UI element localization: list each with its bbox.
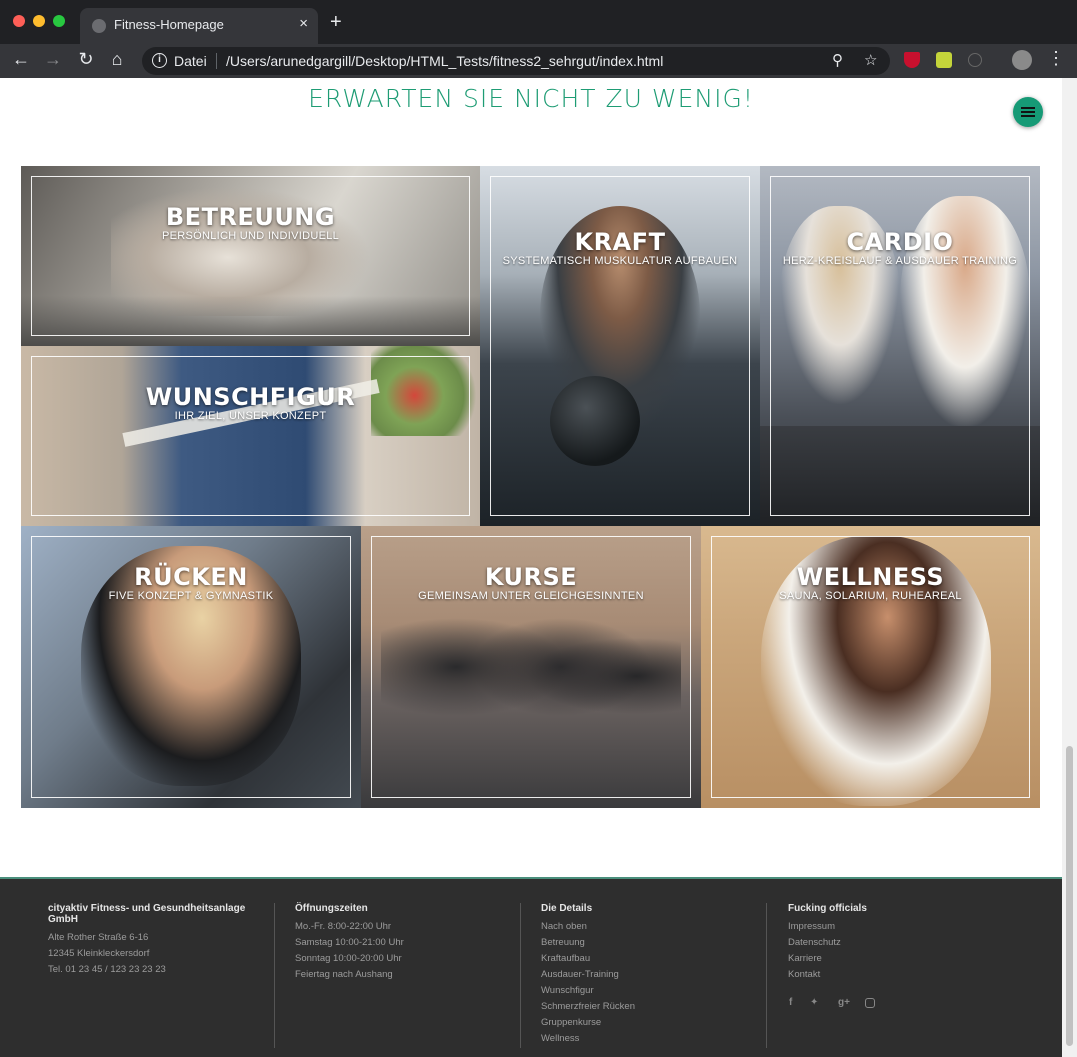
reload-icon[interactable]: ↻ [75,49,97,70]
tile-kurse[interactable]: KURSE GEMEINSAM UNTER GLEICHGESINNTEN [361,526,701,808]
close-window-button[interactable] [13,15,25,27]
scheme-label: Datei [174,53,207,69]
tile-title: WUNSCHFIGUR [145,383,356,411]
footer-company: cityaktiv Fitness- und Gesundheitsanlage… [48,903,270,978]
scrollbar-thumb[interactable] [1066,746,1073,1046]
tab-bar: Fitness-Homepage × + [0,0,1077,44]
tile-ruecken[interactable]: RÜCKEN FIVE KONZEPT & GYMNASTIK [21,526,361,808]
tab-title: Fitness-Homepage [114,17,224,32]
hours-line: Mo.-Fr. 8:00-22:00 Uhr [295,921,392,932]
tile-title: RÜCKEN [134,563,248,591]
hours-line: Sonntag 10:00-20:00 Uhr [295,953,402,964]
page-headline: ERWARTEN SIE NICHT ZU WENIG! [308,84,754,113]
tile-title: CARDIO [846,228,954,256]
footer-link-kraftaufbau[interactable]: Kraftaufbau [541,951,751,967]
tile-frame [31,356,470,516]
footer-link-wellness[interactable]: Wellness [541,1031,751,1047]
footer-link-betreuung[interactable]: Betreuung [541,935,751,951]
twitter-icon[interactable]: ✦ [810,997,818,1008]
footer-divider [766,903,767,1048]
details-heading: Die Details [541,903,593,914]
tile-cardio[interactable]: CARDIO HERZ-KREISLAUF & AUSDAUER TRAININ… [760,166,1040,526]
back-icon[interactable]: ← [10,49,32,70]
footer-divider [520,903,521,1048]
footer-link-ruecken[interactable]: Schmerzfreier Rücken [541,999,751,1015]
omnibox-divider [216,53,217,69]
avatar[interactable] [1012,50,1032,70]
tile-betreuung[interactable]: BETREUUNG PERSÖNLICH UND INDIVIDUELL [21,166,480,346]
tile-subtitle: GEMEINSAM UNTER GLEICHGESINNTEN [418,590,644,602]
url-text[interactable]: /Users/arunedgargill/Desktop/HTML_Tests/… [226,53,663,69]
clock-extension-icon[interactable] [968,53,982,67]
maximize-window-button[interactable] [53,15,65,27]
tile-title: KURSE [484,563,578,591]
menu-icon[interactable]: ⋮ [1047,48,1065,69]
phone-number: Tel. 01 23 45 / 123 23 23 23 [48,964,166,975]
hours-line: Feiertag nach Aushang [295,969,393,980]
footer-link-gruppenkurse[interactable]: Gruppenkurse [541,1015,751,1031]
shield-extension-icon[interactable] [904,52,920,68]
address-street: Alte Rother Straße 6-16 [48,932,149,943]
facebook-icon[interactable]: f [789,997,792,1008]
footer-link-datenschutz[interactable]: Datenschutz [788,935,1018,951]
footer-hours: Öffnungszeiten Mo.-Fr. 8:00-22:00 Uhr Sa… [295,903,505,983]
web-page: ERWARTEN SIE NICHT ZU WENIG! BETREUUNG P… [0,78,1062,1057]
address-city: 12345 Kleinkleckersdorf [48,948,150,959]
instagram-icon[interactable] [865,998,875,1008]
tile-title: WELLNESS [796,563,945,591]
footer-link-impressum[interactable]: Impressum [788,919,1018,935]
hours-heading: Öffnungszeiten [295,903,368,914]
page-scrollbar[interactable] [1062,78,1077,1057]
tile-subtitle: IHR ZIEL, UNSER KONZEPT [174,410,327,422]
footer-link-wunschfigur[interactable]: Wunschfigur [541,983,751,999]
footer-link-kontakt[interactable]: Kontakt [788,967,1018,983]
tile-kraft[interactable]: KRAFT SYSTEMATISCH MUSKULATUR AUFBAUEN [480,166,760,526]
tile-wellness[interactable]: WELLNESS SAUNA, SOLARIUM, RUHEAREAL [701,526,1040,808]
tile-subtitle: FIVE KONZEPT & GYMNASTIK [108,590,274,602]
tile-frame [31,176,470,336]
tile-frame [770,176,1030,516]
zoom-icon[interactable]: ⚲ [832,51,843,69]
minimize-window-button[interactable] [33,15,45,27]
tile-title: BETREUUNG [165,203,336,231]
hours-line: Samstag 10:00-21:00 Uhr [295,937,404,948]
footer-divider [274,903,275,1048]
info-icon[interactable]: i [152,53,167,68]
home-icon[interactable]: ⌂ [106,49,128,70]
forward-icon[interactable]: → [42,49,64,70]
extension-icon[interactable] [936,52,952,68]
globe-icon [92,19,106,33]
google-plus-icon[interactable]: g+ [838,997,850,1008]
footer-officials: Fucking officials Impressum Datenschutz … [788,903,1018,983]
tab-close-button[interactable]: × [299,15,308,32]
footer-link-ausdauer[interactable]: Ausdauer-Training [541,967,751,983]
tile-wunschfigur[interactable]: WUNSCHFIGUR IHR ZIEL, UNSER KONZEPT [21,346,480,526]
footer-details: Die Details Nach oben Betreuung Kraftauf… [541,903,751,1047]
officials-heading: Fucking officials [788,903,867,914]
tile-frame [490,176,750,516]
footer-link-nach-oben[interactable]: Nach oben [541,919,751,935]
address-bar[interactable]: i Datei /Users/arunedgargill/Desktop/HTM… [142,47,890,75]
tile-subtitle: SAUNA, SOLARIUM, RUHEAREAL [779,590,962,602]
tile-subtitle: HERZ-KREISLAUF & AUSDAUER TRAINING [782,255,1018,267]
star-icon[interactable]: ☆ [864,51,877,69]
company-name: cityaktiv Fitness- und Gesundheitsanlage… [48,903,246,925]
footer: cityaktiv Fitness- und Gesundheitsanlage… [0,877,1062,1057]
footer-link-karriere[interactable]: Karriere [788,951,1018,967]
new-tab-button[interactable]: + [330,11,342,34]
browser-tab[interactable]: Fitness-Homepage × [80,8,318,44]
hamburger-menu-button[interactable] [1013,97,1043,127]
tile-subtitle: SYSTEMATISCH MUSKULATUR AUFBAUEN [502,255,738,267]
browser-toolbar: ← → ↻ ⌂ i Datei /Users/arunedgargill/Des… [0,44,1077,78]
tile-title: KRAFT [574,228,666,256]
tile-subtitle: PERSÖNLICH UND INDIVIDUELL [161,230,340,242]
